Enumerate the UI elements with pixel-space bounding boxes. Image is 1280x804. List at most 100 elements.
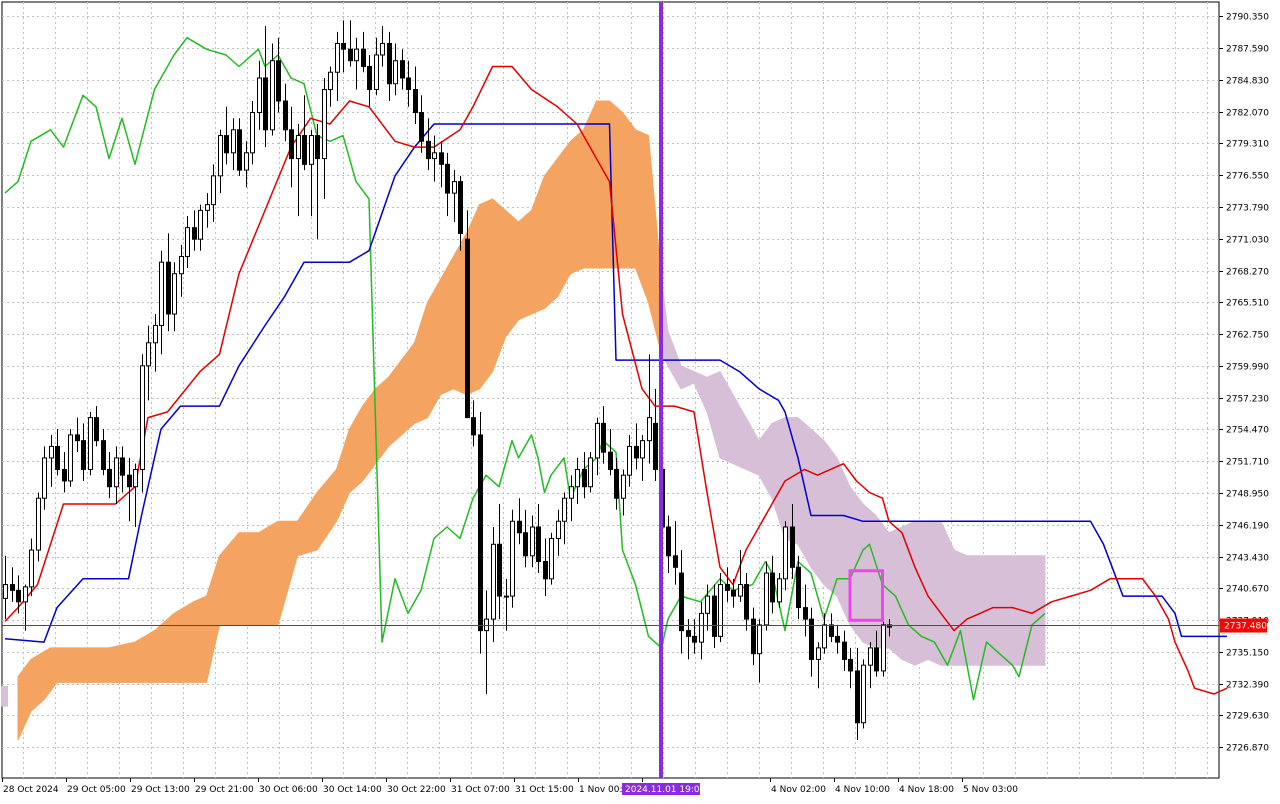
candle-bull[interactable] [504, 595, 509, 598]
candle-bear[interactable] [471, 417, 476, 436]
candle-bull[interactable] [179, 255, 184, 275]
candle-bear[interactable] [237, 129, 242, 171]
candle-bull[interactable] [374, 54, 379, 91]
candle-bull[interactable] [3, 584, 8, 599]
candle-bear[interactable] [848, 658, 853, 672]
candle-bear[interactable] [725, 584, 730, 591]
candle-bull[interactable] [491, 543, 496, 620]
candle-bull[interactable] [764, 572, 769, 626]
candle-bear[interactable] [55, 445, 60, 470]
candle-bull[interactable] [296, 135, 301, 160]
candle-bear[interactable] [874, 647, 879, 672]
candle-bull[interactable] [114, 457, 119, 488]
candle-bull[interactable] [868, 647, 873, 666]
candle-bear[interactable] [10, 584, 15, 591]
candle-bear[interactable] [673, 555, 678, 568]
chart-container[interactable]: 2790.350 2787.590 2784.830 2782.070 2779.310… [0, 0, 1280, 800]
candle-bear[interactable] [790, 526, 795, 568]
candle-bull[interactable] [432, 152, 437, 160]
candle-bear[interactable] [536, 526, 541, 563]
candle-bear[interactable] [634, 445, 639, 459]
candle-bull[interactable] [49, 445, 54, 459]
candle-bear[interactable] [465, 238, 470, 419]
candle-bear[interactable] [445, 163, 450, 194]
candle-bear[interactable] [751, 618, 756, 655]
candle-bull[interactable] [270, 60, 275, 131]
candle-bull[interactable] [569, 486, 574, 499]
candle-bull[interactable] [647, 417, 652, 442]
candle-bull[interactable] [530, 526, 535, 557]
candle-bull[interactable] [205, 204, 210, 211]
candle-bull[interactable] [452, 181, 457, 194]
candle-bull[interactable] [822, 624, 827, 649]
candle-bull[interactable] [153, 325, 158, 344]
candle-bear[interactable] [614, 468, 619, 499]
candle-bear[interactable] [81, 440, 86, 470]
candle-bear[interactable] [400, 60, 405, 79]
candle-bull[interactable] [777, 578, 782, 603]
candle-bull[interactable] [23, 586, 28, 603]
candle-bull[interactable] [218, 135, 223, 177]
candle-bull[interactable] [159, 261, 164, 327]
candle-bear[interactable] [289, 129, 294, 160]
candle-bear[interactable] [744, 584, 749, 620]
candle-bear[interactable] [224, 135, 229, 154]
candle-bull[interactable] [309, 135, 314, 165]
candle-bear[interactable] [426, 140, 431, 160]
candle-bull[interactable] [621, 474, 626, 499]
candle-bear[interactable] [348, 48, 353, 62]
candle-bull[interactable] [146, 342, 151, 367]
candle-bull[interactable] [861, 664, 866, 724]
candle-bear[interactable] [166, 261, 171, 315]
candle-bull[interactable] [133, 468, 138, 488]
candle-bear[interactable] [361, 48, 366, 67]
candle-bear[interactable] [712, 595, 717, 637]
candle-bull[interactable] [198, 209, 203, 240]
candle-bear[interactable] [439, 152, 444, 165]
candle-bear[interactable] [666, 526, 671, 557]
candle-bear[interactable] [796, 566, 801, 609]
candle-bear[interactable] [283, 100, 288, 131]
candle-bull[interactable] [640, 440, 645, 459]
candle-bull[interactable] [335, 42, 340, 73]
candle-bear[interactable] [315, 135, 320, 160]
candle-bull[interactable] [575, 468, 580, 488]
candle-bull[interactable] [705, 595, 710, 614]
candle-bear[interactable] [842, 641, 847, 660]
candle-bear[interactable] [803, 607, 808, 620]
candle-bear[interactable] [653, 422, 658, 470]
candle-bear[interactable] [101, 440, 106, 470]
candle-bull[interactable] [257, 77, 262, 114]
candle-bear[interactable] [367, 65, 372, 91]
candle-bear[interactable] [387, 42, 392, 85]
candle-bull[interactable] [484, 618, 489, 632]
candle-bear[interactable] [478, 434, 483, 632]
candle-bull[interactable] [588, 457, 593, 488]
candle-bear[interactable] [75, 434, 80, 442]
candle-bear[interactable] [419, 112, 424, 142]
candle-bull[interactable] [783, 526, 788, 580]
candle-bear[interactable] [107, 468, 112, 488]
candle-bull[interactable] [757, 624, 762, 655]
candle-bull[interactable] [250, 112, 255, 154]
candle-bear[interactable] [341, 42, 346, 50]
candle-bull[interactable] [211, 175, 216, 206]
candle-bear[interactable] [263, 77, 268, 131]
candle-bull[interactable] [244, 152, 249, 171]
candle-bull[interactable] [562, 497, 567, 522]
candle-bull[interactable] [231, 129, 236, 154]
candle-bear[interactable] [582, 468, 587, 488]
ichimoku-chart[interactable]: 2790.350 2787.590 2784.830 2782.070 2779.310… [0, 0, 1280, 800]
candle-bear[interactable] [413, 89, 418, 114]
candle-bull[interactable] [699, 612, 704, 643]
candle-bull[interactable] [718, 584, 723, 637]
candle-bear[interactable] [829, 624, 834, 637]
candle-bull[interactable] [68, 434, 73, 482]
candle-bear[interactable] [855, 670, 860, 724]
candle-bear[interactable] [679, 572, 684, 632]
candle-bull[interactable] [380, 42, 385, 56]
candle-bull[interactable] [510, 520, 515, 597]
candle-bear[interactable] [608, 451, 613, 470]
candle-bull[interactable] [595, 422, 600, 459]
candle-bear[interactable] [517, 520, 522, 534]
